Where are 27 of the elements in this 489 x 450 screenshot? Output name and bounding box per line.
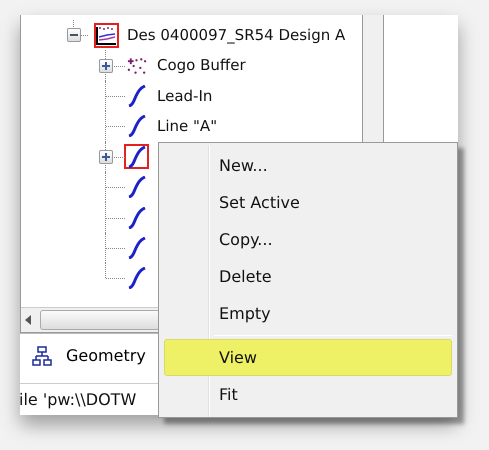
tree-item[interactable]: Cogo Buffer: [157, 54, 246, 77]
scroll-left-icon[interactable]: [25, 315, 32, 325]
curve-icon: [126, 146, 146, 168]
tree-item[interactable]: Line "A": [157, 115, 218, 138]
curve-icon: [126, 115, 146, 138]
expand-toggle[interactable]: [99, 58, 113, 73]
curve-icon: [126, 236, 146, 259]
tree-item[interactable]: Lead-In: [157, 84, 212, 108]
menu-item[interactable]: New...: [164, 147, 452, 184]
tree-item[interactable]: Des 0400097_SR54 Design A: [127, 24, 346, 46]
menu-item[interactable]: Fit: [164, 376, 452, 413]
hierarchy-icon: [32, 346, 52, 366]
menu-item[interactable]: Delete: [164, 258, 452, 295]
expand-toggle[interactable]: [99, 150, 113, 164]
menu-item[interactable]: Empty: [164, 295, 452, 332]
menu-item[interactable]: View: [164, 339, 452, 376]
status-text: ile 'pw:\\DOTW: [20, 388, 136, 410]
curve-icon: [126, 206, 146, 229]
scrollbar-thumb[interactable]: [40, 310, 160, 330]
points-icon: [126, 56, 147, 76]
menu-item[interactable]: Set Active: [164, 184, 452, 221]
curve-icon: [126, 84, 146, 107]
collapse-toggle[interactable]: [67, 28, 81, 42]
curve-icon: [126, 176, 146, 198]
profile-chart-icon: [96, 26, 117, 45]
menu-item[interactable]: Copy...: [164, 221, 452, 258]
curve-icon: [126, 267, 146, 290]
